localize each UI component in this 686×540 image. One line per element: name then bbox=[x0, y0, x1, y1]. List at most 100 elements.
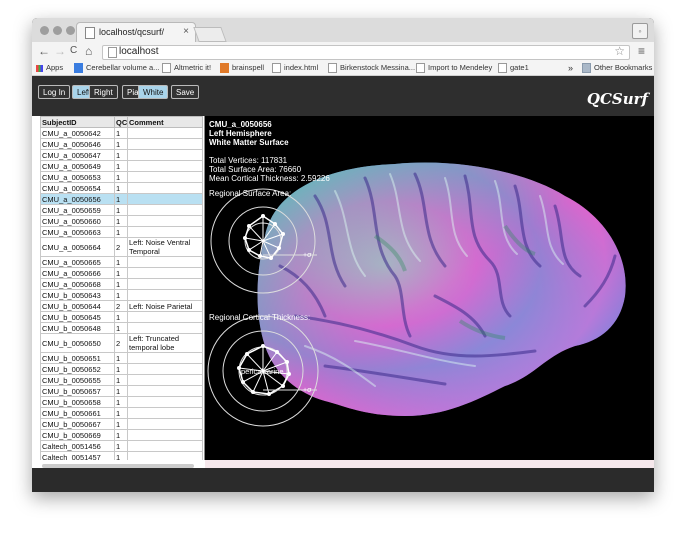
cell-comment[interactable] bbox=[127, 127, 203, 139]
tab-close-icon[interactable]: × bbox=[183, 26, 189, 37]
cell-comment[interactable] bbox=[127, 204, 203, 216]
bookmark-brainspell[interactable]: brainspell bbox=[220, 62, 264, 74]
cell-subjectid[interactable]: CMU_b_0050648 bbox=[40, 322, 115, 334]
cell-subjectid[interactable]: CMU_a_0050649 bbox=[40, 160, 115, 172]
cell-qc[interactable]: 1 bbox=[114, 289, 128, 301]
cell-subjectid[interactable]: CMU_b_0050645 bbox=[40, 311, 115, 323]
address-bar[interactable]: localhost ☆ bbox=[102, 44, 630, 60]
brain-viewer[interactable]: +σ +σ pericalcarine CMU_a_0050656 Left H… bbox=[205, 116, 654, 460]
cell-qc[interactable]: 2 bbox=[114, 300, 128, 312]
cell-comment[interactable] bbox=[127, 374, 203, 386]
cell-comment[interactable] bbox=[127, 451, 203, 460]
cell-qc[interactable]: 1 bbox=[114, 363, 128, 375]
more-bookmarks-chevron[interactable]: » bbox=[568, 62, 573, 74]
cell-subjectid[interactable]: Caltech_0051457 bbox=[40, 451, 115, 460]
table-row[interactable]: CMU_a_0050666 1 bbox=[40, 267, 203, 279]
cell-comment[interactable] bbox=[127, 440, 203, 452]
cell-subjectid[interactable]: CMU_a_0050654 bbox=[40, 182, 115, 194]
cell-comment[interactable] bbox=[127, 226, 203, 238]
table-row[interactable]: CMU_b_0050655 1 bbox=[40, 374, 203, 386]
cell-subjectid[interactable]: CMU_b_0050661 bbox=[40, 407, 115, 419]
forward-icon[interactable]: → bbox=[54, 44, 66, 58]
cell-qc[interactable]: 1 bbox=[114, 440, 128, 452]
cell-subjectid[interactable]: CMU_b_0050644 bbox=[40, 300, 115, 312]
cell-qc[interactable]: 1 bbox=[114, 256, 128, 268]
table-row[interactable]: CMU_b_0050650 2 Left: Truncated temporal l… bbox=[40, 333, 203, 353]
cell-subjectid[interactable]: CMU_a_0050659 bbox=[40, 204, 115, 216]
bookmark-apps[interactable]: Apps bbox=[36, 62, 63, 74]
cell-comment[interactable]: Left: Truncated temporal lobe bbox=[127, 333, 203, 353]
reload-icon[interactable]: C bbox=[70, 44, 77, 58]
table-row[interactable]: CMU_b_0050645 1 bbox=[40, 311, 203, 323]
table-row[interactable]: CMU_a_0050663 1 bbox=[40, 226, 203, 238]
table-row[interactable]: CMU_b_0050651 1 bbox=[40, 352, 203, 364]
table-row[interactable]: CMU_b_0050669 1 bbox=[40, 429, 203, 441]
table-row[interactable]: CMU_b_0050661 1 bbox=[40, 407, 203, 419]
table-row[interactable]: Caltech_0051457 1 bbox=[40, 451, 203, 460]
cell-qc[interactable]: 1 bbox=[114, 182, 128, 194]
cell-subjectid[interactable]: CMU_a_0050666 bbox=[40, 267, 115, 279]
cell-qc[interactable]: 1 bbox=[114, 352, 128, 364]
cell-comment[interactable] bbox=[127, 407, 203, 419]
cell-comment[interactable] bbox=[127, 429, 203, 441]
cell-comment[interactable] bbox=[127, 215, 203, 227]
cell-comment[interactable] bbox=[127, 396, 203, 408]
tab-qcsurf[interactable]: localhost/qcsurf/ × bbox=[76, 22, 196, 43]
close-window-button[interactable] bbox=[40, 26, 49, 35]
cell-qc[interactable]: 1 bbox=[114, 407, 128, 419]
cell-subjectid[interactable]: CMU_a_0050665 bbox=[40, 256, 115, 268]
cell-qc[interactable]: 1 bbox=[114, 374, 128, 386]
table-row[interactable]: CMU_a_0050664 2 Left: Noise Ventral Tempor… bbox=[40, 237, 203, 257]
table-row[interactable]: CMU_a_0050646 1 bbox=[40, 138, 203, 150]
user-profile-icon[interactable]: ◦ bbox=[632, 23, 648, 39]
cell-comment[interactable] bbox=[127, 171, 203, 183]
cell-qc[interactable]: 1 bbox=[114, 429, 128, 441]
table-row[interactable]: Caltech_0051456 1 bbox=[40, 440, 203, 452]
cell-comment[interactable] bbox=[127, 256, 203, 268]
cell-comment[interactable] bbox=[127, 352, 203, 364]
new-tab-button[interactable] bbox=[193, 27, 227, 42]
table-row[interactable]: CMU_a_0050642 1 bbox=[40, 127, 203, 139]
cell-comment[interactable] bbox=[127, 193, 203, 205]
cell-comment[interactable] bbox=[127, 267, 203, 279]
table-row[interactable]: CMU_a_0050649 1 bbox=[40, 160, 203, 172]
cell-qc[interactable]: 1 bbox=[114, 193, 128, 205]
table-row[interactable]: CMU_a_0050647 1 bbox=[40, 149, 203, 161]
back-icon[interactable]: ← bbox=[38, 44, 50, 58]
cell-subjectid[interactable]: CMU_a_0050668 bbox=[40, 278, 115, 290]
bookmark-index[interactable]: index.html bbox=[272, 62, 318, 74]
table-horizontal-scrollbar[interactable] bbox=[42, 464, 194, 468]
table-row[interactable]: CMU_b_0050648 1 bbox=[40, 322, 203, 334]
table-row[interactable]: CMU_a_0050665 1 bbox=[40, 256, 203, 268]
cell-qc[interactable]: 1 bbox=[114, 267, 128, 279]
cell-comment[interactable] bbox=[127, 138, 203, 150]
cell-subjectid[interactable]: CMU_b_0050667 bbox=[40, 418, 115, 430]
cell-qc[interactable]: 1 bbox=[114, 385, 128, 397]
cell-subjectid[interactable]: CMU_a_0050664 bbox=[40, 237, 115, 257]
cell-subjectid[interactable]: CMU_b_0050658 bbox=[40, 396, 115, 408]
bookmark-gate1[interactable]: gate1 bbox=[498, 62, 529, 74]
white-surface-button[interactable]: White bbox=[138, 85, 169, 99]
cell-subjectid[interactable]: CMU_a_0050653 bbox=[40, 171, 115, 183]
header-subjectid[interactable]: SubjectID bbox=[40, 116, 115, 128]
cell-qc[interactable]: 1 bbox=[114, 138, 128, 150]
cell-qc[interactable]: 1 bbox=[114, 451, 128, 460]
cell-subjectid[interactable]: CMU_b_0050650 bbox=[40, 333, 115, 353]
menu-icon[interactable]: ≡ bbox=[638, 44, 645, 58]
cell-qc[interactable]: 1 bbox=[114, 171, 128, 183]
cell-comment[interactable] bbox=[127, 278, 203, 290]
table-row[interactable]: CMU_a_0050653 1 bbox=[40, 171, 203, 183]
cell-subjectid[interactable]: CMU_b_0050651 bbox=[40, 352, 115, 364]
cell-subjectid[interactable]: CMU_a_0050646 bbox=[40, 138, 115, 150]
cell-comment[interactable] bbox=[127, 363, 203, 375]
cell-subjectid[interactable]: CMU_a_0050660 bbox=[40, 215, 115, 227]
cell-comment[interactable] bbox=[127, 149, 203, 161]
header-qc[interactable]: QC bbox=[114, 116, 128, 128]
cell-comment[interactable]: Left: Noise Parietal bbox=[127, 300, 203, 312]
cell-comment[interactable]: Left: Noise Ventral Temporal bbox=[127, 237, 203, 257]
cell-qc[interactable]: 1 bbox=[114, 149, 128, 161]
cell-qc[interactable]: 1 bbox=[114, 322, 128, 334]
cell-subjectid[interactable]: CMU_a_0050647 bbox=[40, 149, 115, 161]
cell-subjectid[interactable]: CMU_b_0050657 bbox=[40, 385, 115, 397]
cell-comment[interactable] bbox=[127, 418, 203, 430]
